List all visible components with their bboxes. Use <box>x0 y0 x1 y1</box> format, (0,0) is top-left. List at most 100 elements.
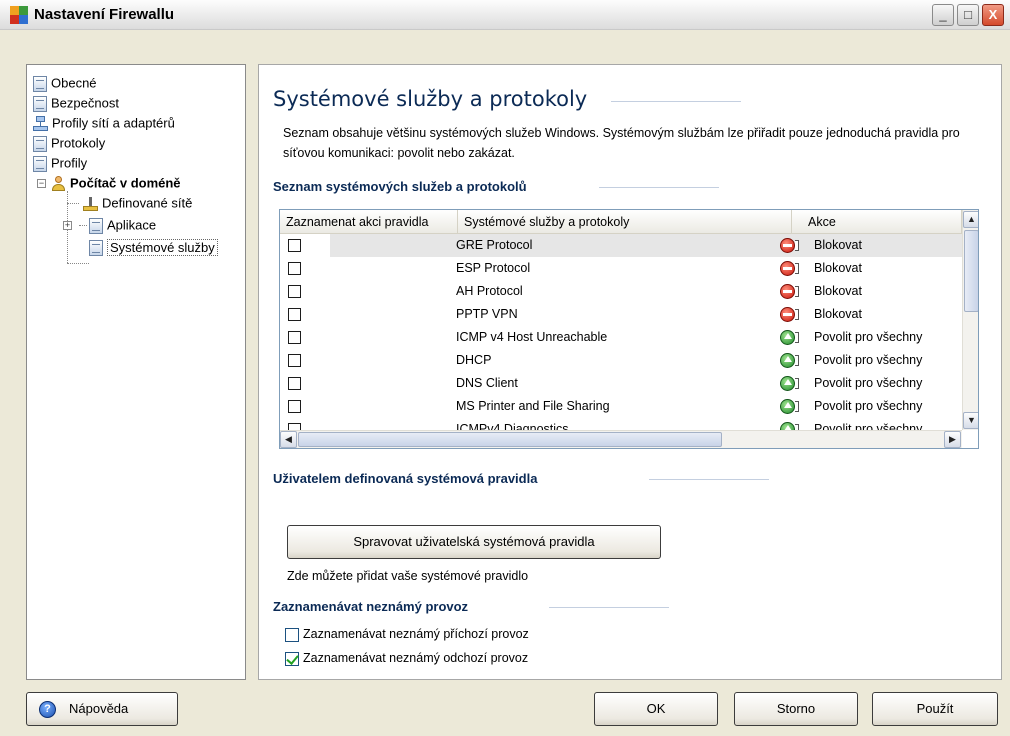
log-outgoing-option[interactable]: Zaznamenávat neznámý odchozí provoz <box>285 649 528 667</box>
tree-item-obecne[interactable]: Obecné <box>33 73 97 93</box>
action-label: Blokovat <box>814 284 862 298</box>
tree-item-systemove-sluzby[interactable]: Systémové služby <box>89 237 218 257</box>
tree-item-bezpecnost[interactable]: Bezpečnost <box>33 93 119 113</box>
log-incoming-checkbox[interactable] <box>285 627 299 642</box>
vertical-scroll-thumb[interactable] <box>964 230 978 312</box>
cancel-button[interactable]: Storno <box>734 692 858 726</box>
horizontal-scroll-thumb[interactable] <box>298 432 722 447</box>
list-header: Zaznamenat akci pravidla Systémové služb… <box>280 210 962 234</box>
ok-button[interactable]: OK <box>594 692 718 726</box>
action-label: Blokovat <box>814 261 862 275</box>
defined-networks-icon <box>83 196 98 212</box>
section-title-user-rules: Uživatelem definovaná systémová pravidla <box>273 471 538 486</box>
tree-item-pocitac-v-domene[interactable]: Počítač v doméně <box>51 173 181 193</box>
manage-user-rules-button[interactable]: Spravovat uživatelská systémová pravidla <box>287 525 661 559</box>
row-highlight <box>330 234 962 257</box>
tree-item-label: Definované sítě <box>102 195 193 211</box>
service-name: DHCP <box>456 353 492 367</box>
content-panel: Systémové služby a protokoly Seznam obsa… <box>258 64 1002 680</box>
table-row[interactable]: ICMP v4 Host Unreachable Povolit pro všec… <box>280 326 962 349</box>
table-row[interactable]: DNS Client Povolit pro všechny <box>280 372 962 395</box>
vertical-scrollbar[interactable]: ▲ ▼ <box>962 210 978 430</box>
table-row[interactable]: PPTP VPN Blokovat <box>280 303 962 326</box>
tree-item-aplikace[interactable]: Aplikace <box>89 215 156 235</box>
tree-item-protokoly[interactable]: Protokoly <box>33 133 105 153</box>
log-incoming-option[interactable]: Zaznamenávat neznámý příchozí provoz <box>285 625 529 643</box>
allow-icon <box>780 330 799 345</box>
scroll-left-button[interactable]: ◀ <box>280 431 297 448</box>
service-name: ICMP v4 Host Unreachable <box>456 330 608 344</box>
title-bar[interactable]: Nastavení Firewallu _ □ X <box>0 0 1010 30</box>
collapse-toggle[interactable]: − <box>37 179 46 188</box>
section-divider <box>599 187 719 188</box>
tree-item-label: Počítač v doméně <box>70 175 181 191</box>
settings-page-icon <box>33 135 47 152</box>
table-row[interactable]: DHCP Povolit pro všechny <box>280 349 962 372</box>
action-label: Povolit pro všechny <box>814 353 923 367</box>
table-row[interactable]: GRE Protocol Blokovat <box>280 234 962 257</box>
column-header-log[interactable]: Zaznamenat akci pravidla <box>280 210 458 234</box>
table-row[interactable]: ESP Protocol Blokovat <box>280 257 962 280</box>
table-row[interactable]: MS Printer and File Sharing Povolit pro v… <box>280 395 962 418</box>
help-button-label: Nápověda <box>69 701 129 716</box>
allow-icon <box>780 376 799 391</box>
service-name: AH Protocol <box>456 284 523 298</box>
service-name: GRE Protocol <box>456 238 533 252</box>
tree-item-label: Aplikace <box>107 217 157 233</box>
minimize-button[interactable]: _ <box>932 4 954 26</box>
section-divider <box>649 479 769 480</box>
log-action-checkbox[interactable] <box>288 308 301 321</box>
action-label: Blokovat <box>814 238 862 252</box>
user-rules-hint: Zde můžete přidat vaše systémové pravidl… <box>287 569 529 583</box>
tree-item-label: Profily <box>51 155 88 171</box>
action-label: Blokovat <box>814 307 862 321</box>
expand-toggle[interactable]: + <box>63 221 72 230</box>
services-list[interactable]: Zaznamenat akci pravidla Systémové služb… <box>279 209 979 449</box>
log-incoming-label: Zaznamenávat neznámý příchozí provoz <box>303 627 529 641</box>
horizontal-scrollbar[interactable]: ◀ ▶ <box>280 430 962 448</box>
window-title: Nastavení Firewallu <box>34 6 175 23</box>
service-name: ESP Protocol <box>456 261 531 275</box>
page-description: Seznam obsahuje většinu systémových služ… <box>283 126 960 160</box>
table-row[interactable]: AH Protocol Blokovat <box>280 280 962 303</box>
settings-page-icon <box>33 95 47 112</box>
action-label: Povolit pro všechny <box>814 399 923 413</box>
apply-button[interactable]: Použít <box>872 692 998 726</box>
log-action-checkbox[interactable] <box>288 239 301 252</box>
close-button[interactable]: X <box>982 4 1004 26</box>
log-outgoing-checkbox[interactable] <box>285 651 299 666</box>
settings-page-icon <box>89 239 103 256</box>
column-header-action[interactable]: Akce <box>792 210 962 234</box>
column-header-service[interactable]: Systémové služby a protokoly <box>458 210 792 234</box>
tree-item-definovane-site[interactable]: Definované sítě <box>83 193 192 213</box>
settings-tree: Obecné Bezpečnost Profily sítí a adaptér… <box>26 64 246 680</box>
log-action-checkbox[interactable] <box>288 400 301 413</box>
tree-item-label: Bezpečnost <box>51 95 119 111</box>
user-profile-icon <box>51 175 66 192</box>
tree-connector <box>67 203 79 204</box>
tree-item-label: Obecné <box>51 75 97 91</box>
help-button[interactable]: ? Nápověda <box>26 692 178 726</box>
settings-page-icon <box>33 75 47 92</box>
scroll-right-button[interactable]: ▶ <box>944 431 961 448</box>
network-adapter-icon <box>33 115 48 132</box>
help-icon: ? <box>39 701 56 718</box>
tree-item-profily[interactable]: Profily <box>33 153 87 173</box>
settings-page-icon <box>33 155 47 172</box>
maximize-button[interactable]: □ <box>957 4 979 26</box>
section-title-unknown-traffic: Zaznamenávat neznámý provoz <box>273 599 469 614</box>
tree-item-label: Protokoly <box>51 135 106 151</box>
log-action-checkbox[interactable] <box>288 331 301 344</box>
page-title: Systémové služby a protokoly <box>273 87 588 111</box>
log-action-checkbox[interactable] <box>288 354 301 367</box>
log-action-checkbox[interactable] <box>288 285 301 298</box>
log-action-checkbox[interactable] <box>288 262 301 275</box>
block-icon <box>780 261 799 276</box>
service-name: MS Printer and File Sharing <box>456 399 610 413</box>
scroll-down-button[interactable]: ▼ <box>963 412 978 429</box>
allow-icon <box>780 399 799 414</box>
tree-item-profily-siti[interactable]: Profily sítí a adaptérů <box>33 113 175 133</box>
section-divider <box>549 607 669 608</box>
scroll-up-button[interactable]: ▲ <box>963 211 978 228</box>
log-action-checkbox[interactable] <box>288 377 301 390</box>
